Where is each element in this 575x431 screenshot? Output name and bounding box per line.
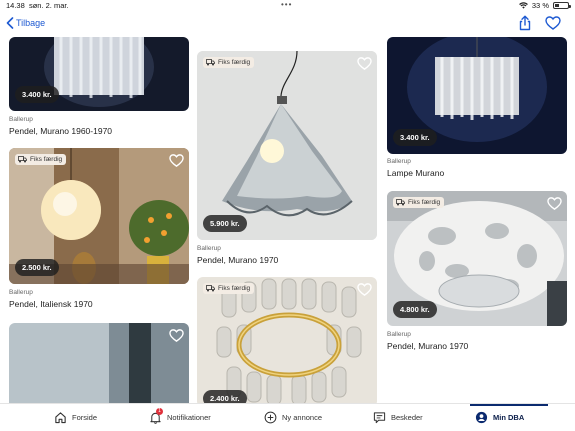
fiks-faerdig-badge: Fiks færdig [393, 197, 445, 208]
favorite-heart-icon[interactable] [357, 56, 372, 71]
listing-location: Ballerup [387, 158, 411, 165]
multitask-dots-icon[interactable]: ••• [281, 0, 292, 9]
listing-location: Ballerup [387, 331, 411, 338]
truck-icon [396, 199, 405, 206]
tab-notifikationer[interactable]: 1 Notifikationer [149, 408, 211, 424]
ring-chandelier-photo [197, 277, 377, 403]
listing-photo[interactable]: Fiks færdig 5.900 kr. [197, 51, 377, 240]
tab-label: Ny annonce [282, 413, 323, 422]
favorite-heart-icon[interactable] [547, 196, 562, 211]
chevron-left-icon [6, 17, 14, 29]
tab-label: Forside [72, 413, 98, 422]
plus-circle-icon [264, 411, 277, 424]
tab-label: Notifikationer [167, 413, 211, 422]
back-label: Tilbage [16, 18, 46, 28]
truck-icon [18, 156, 27, 163]
listing-title[interactable]: Pendel, Murano 1960-1970 [9, 126, 112, 136]
notification-count-badge: 1 [156, 408, 163, 415]
favorite-heart-icon[interactable] [169, 328, 184, 343]
favorite-heart-icon[interactable] [169, 153, 184, 168]
listing-title[interactable]: Pendel, Murano 1970 [387, 341, 468, 351]
fiks-faerdig-badge: Fiks færdig [203, 283, 255, 294]
bottom-tab-bar: Forside 1 Notifikationer Ny annonce Besk… [0, 403, 575, 431]
listing-photo[interactable]: Fiks færdig 2.500 kr. [9, 148, 189, 284]
status-time: 14.38 søn. 2. mar. [6, 1, 69, 10]
price-tag: 2.400 kr. [203, 390, 247, 403]
truck-icon [206, 59, 215, 66]
tab-label: Beskeder [391, 413, 423, 422]
listing-photo[interactable]: 3.400 kr. [387, 37, 567, 154]
share-icon[interactable] [517, 15, 533, 31]
tab-forside[interactable]: Forside [54, 411, 97, 424]
battery-icon [553, 2, 571, 9]
listing-photo[interactable] [9, 323, 189, 403]
listing-title[interactable]: Pendel, Murano 1970 [197, 255, 278, 265]
tab-min-dba[interactable]: Min DBA [475, 411, 524, 424]
badge-label: Fiks færdig [218, 285, 251, 292]
listing-photo[interactable]: Fiks færdig 2.400 kr. [197, 277, 377, 403]
badge-label: Fiks færdig [218, 59, 251, 66]
badge-label: Fiks færdig [408, 199, 441, 206]
price-tag: 2.500 kr. [15, 259, 59, 276]
truck-icon [206, 285, 215, 292]
favorite-heart-icon[interactable] [357, 282, 372, 297]
profile-icon [475, 411, 488, 424]
badge-label: Fiks færdig [30, 156, 63, 163]
listing-photo[interactable]: 3.400 kr. [9, 37, 189, 111]
status-date: søn. 2. mar. [28, 1, 69, 10]
listing-title[interactable]: Pendel, Italiensk 1970 [9, 299, 93, 309]
price-tag: 3.400 kr. [15, 86, 59, 103]
fiks-faerdig-badge: Fiks færdig [15, 154, 67, 165]
listing-location: Ballerup [9, 116, 33, 123]
tab-beskeder[interactable]: Beskeder [373, 411, 423, 424]
listing-location: Ballerup [197, 245, 221, 252]
battery-fill [555, 4, 559, 7]
back-button[interactable]: Tilbage [6, 17, 45, 29]
listing-photo[interactable]: Fiks færdig 4.800 kr. [387, 191, 567, 326]
status-bar: 14.38 søn. 2. mar. ••• 33 % [0, 0, 575, 11]
listing-grid: 3.400 kr. Ballerup Pendel, Murano 1960-1… [0, 37, 575, 403]
chat-icon [373, 412, 386, 424]
lamp-photo [9, 323, 189, 403]
navigation-bar: Tilbage [0, 11, 575, 37]
price-tag: 3.400 kr. [393, 129, 437, 146]
listing-location: Ballerup [9, 289, 33, 296]
battery-percent: 33 % [531, 1, 549, 10]
favorite-heart-icon[interactable] [545, 15, 561, 31]
glass-pendant-photo [197, 51, 377, 240]
tab-label: Min DBA [493, 413, 525, 422]
home-icon [55, 412, 66, 424]
fiks-faerdig-badge: Fiks færdig [203, 57, 255, 68]
price-tag: 5.900 kr. [203, 215, 247, 232]
listing-title[interactable]: Lampe Murano [387, 168, 444, 178]
price-tag: 4.800 kr. [393, 301, 437, 318]
wifi-icon [519, 2, 528, 9]
active-tab-indicator [470, 404, 548, 406]
tab-ny-annonce[interactable]: Ny annonce [264, 411, 322, 424]
